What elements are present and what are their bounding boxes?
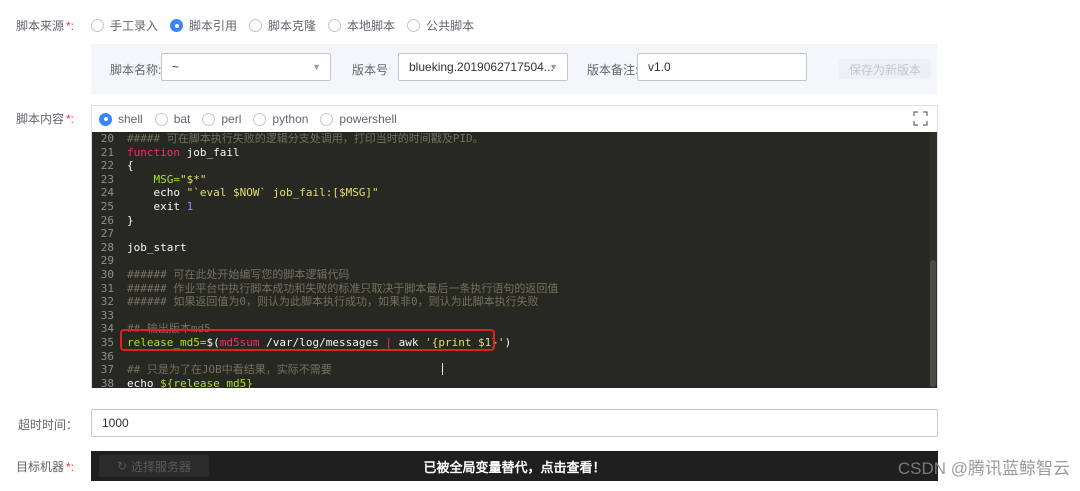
radio-circle — [154, 112, 168, 126]
line-number: 31 — [100, 281, 114, 295]
code-line: exit 1 — [153, 200, 194, 213]
code-line: ## 只是为了在JOB中看结果，实际不需要 — [127, 363, 332, 377]
language-radio-group: shell bat perl python powershell — [92, 106, 937, 132]
radio-circle — [253, 112, 267, 126]
chevron-down-icon: ▼ — [549, 62, 558, 72]
radio-manual-input[interactable]: 手工录入 — [91, 17, 158, 34]
code-line: ###### 可在此处开始编写您的脚本逻辑代码 — [127, 268, 350, 281]
editor-scrollbar-thumb[interactable] — [930, 260, 936, 387]
radio-lang-perl[interactable]: perl — [202, 112, 241, 126]
line-number: 35 — [100, 336, 114, 349]
code-line: ###### 如果返回值为0，则认为此脚本执行成功，如果非0，则认为此脚本执行失… — [127, 295, 539, 309]
code-area[interactable]: 20 21 22 23 24 25 26 27 28 29 30 31 32 33 34 35 36 37 38 #… — [92, 132, 937, 388]
highlight-annotation-box — [120, 329, 495, 351]
radio-lang-powershell[interactable]: powershell — [320, 112, 397, 126]
version-note-label: 版本备注: — [587, 63, 639, 77]
text-cursor — [442, 363, 443, 375]
chevron-down-icon: ▼ — [312, 62, 321, 72]
code-line: job_start — [127, 240, 187, 254]
line-number: 36 — [100, 349, 114, 363]
version-label: 版本号 — [352, 63, 389, 77]
code-line: ###### 作业平台中执行脚本成功和失败的标准只取决于脚本最后一条执行语句的返… — [127, 281, 559, 295]
line-number: 37 — [100, 363, 114, 377]
code-line: MSG="$*" — [153, 172, 207, 186]
line-number: 22 — [100, 159, 114, 173]
line-number: 21 — [100, 145, 114, 159]
radio-public-script[interactable]: 公共脚本 — [407, 17, 474, 34]
code-line: function job_fail — [127, 145, 240, 159]
script-reference-panel: 脚本名称: ~ ▼ 版本号 blueking.2019062717504... … — [91, 44, 937, 94]
target-machine-overlay[interactable]: ↻ 选择服务器 已被全局变量替代，点击查看！ — [91, 451, 938, 481]
radio-lang-shell[interactable]: shell — [99, 112, 143, 126]
radio-script-clone[interactable]: 脚本克隆 — [249, 17, 316, 34]
line-number: 24 — [100, 186, 114, 200]
line-number: 26 — [100, 213, 114, 227]
script-name-label: 脚本名称: — [110, 63, 162, 77]
refresh-icon: ↻ — [116, 459, 128, 473]
save-as-new-version-button[interactable]: 保存为新版本 — [839, 59, 931, 79]
line-number: 38 — [100, 376, 114, 388]
script-editor: shell bat perl python powershell 20 21 22 2… — [91, 105, 938, 388]
timeout-label: 超时时间： — [18, 418, 79, 432]
radio-circle — [320, 112, 334, 126]
target-machine-label: 目标机器 *: — [16, 460, 75, 474]
radio-lang-bat[interactable]: bat — [154, 112, 190, 126]
global-variable-notice[interactable]: 已被全局变量替代，点击查看！ — [423, 457, 605, 476]
line-number: 33 — [100, 308, 114, 322]
code-line: echo ${release_md5} — [127, 376, 253, 388]
line-number: 25 — [100, 200, 114, 213]
editor-scrollbar[interactable] — [929, 132, 937, 388]
script-name-select[interactable]: ~ ▼ — [161, 53, 331, 81]
script-source-label: 脚本来源 *: — [16, 19, 75, 33]
line-number: 27 — [100, 227, 114, 241]
timeout-input[interactable]: 1000 — [91, 409, 938, 437]
line-number: 20 — [100, 132, 114, 145]
radio-local-script[interactable]: 本地脚本 — [328, 17, 395, 34]
radio-circle-selected — [99, 112, 112, 126]
radio-lang-python[interactable]: python — [253, 112, 308, 126]
radio-circle — [202, 112, 216, 126]
watermark: CSDN @腾讯蓝鲸智云 — [897, 459, 1070, 478]
line-number: 23 — [100, 172, 114, 186]
version-select[interactable]: blueking.2019062717504... ▼ — [398, 53, 568, 81]
fullscreen-icon[interactable] — [913, 111, 928, 126]
code-line: { — [127, 159, 134, 173]
script-content-label: 脚本内容 *: — [16, 112, 75, 126]
radio-circle — [328, 19, 342, 32]
line-number: 29 — [100, 254, 114, 268]
radio-circle — [407, 19, 421, 32]
line-number: 28 — [100, 240, 114, 254]
line-number: 32 — [100, 295, 114, 309]
line-number: 34 — [100, 322, 114, 336]
script-source-radio-group: 手工录入 脚本引用 脚本克隆 本地脚本 公共脚本 — [91, 17, 486, 34]
select-server-button[interactable]: ↻ 选择服务器 — [99, 455, 209, 477]
radio-script-reference[interactable]: 脚本引用 — [170, 17, 237, 34]
radio-circle — [249, 19, 263, 32]
code-line: echo "`eval $NOW` job_fail:[$MSG]" — [153, 186, 379, 200]
radio-circle — [91, 19, 104, 32]
code-line: } — [127, 213, 134, 227]
line-number: 30 — [100, 268, 114, 281]
radio-circle-selected — [170, 19, 184, 32]
version-note-input[interactable]: v1.0 — [637, 53, 807, 81]
code-line: ##### 可在脚本执行失败的逻辑分支处调用，打印当时的时间戳及PID。 — [127, 132, 484, 145]
